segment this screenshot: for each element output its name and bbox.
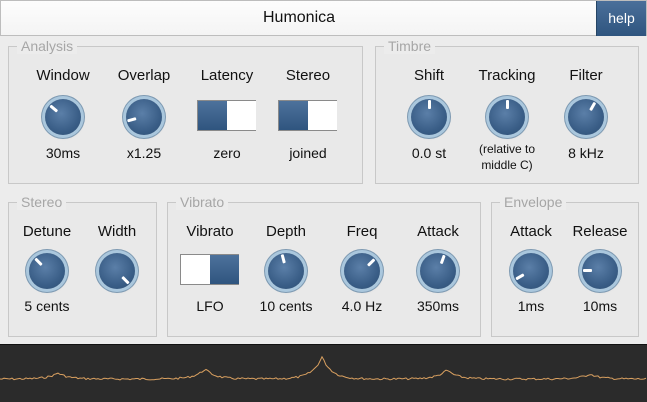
latency-toggle-off-half — [227, 101, 256, 130]
freq-knob[interactable] — [344, 253, 380, 289]
spectrum-waveform — [0, 355, 647, 381]
label-filter: Filter — [569, 67, 603, 84]
value-shift: 0.0 st — [411, 145, 447, 161]
latency-toggle-on-half — [198, 101, 227, 130]
control-env-release: Release 10ms — [560, 203, 640, 338]
filter-knob[interactable] — [568, 99, 604, 135]
label-vibrato-attack: Attack — [417, 223, 459, 240]
env-attack-knob[interactable] — [513, 253, 549, 289]
stereo-toggle-off-half — [308, 101, 337, 130]
control-latency: Latency zero — [187, 47, 267, 185]
label-width: Width — [97, 223, 137, 240]
label-tracking: Tracking — [478, 67, 536, 84]
app-title: Humonica — [262, 9, 336, 26]
label-overlap: Overlap — [117, 67, 171, 84]
control-stereo-mode: Stereo joined — [268, 47, 348, 185]
value-freq: 4.0 Hz — [341, 298, 383, 314]
value-filter: 8 kHz — [568, 145, 604, 161]
control-env-attack: Attack 1ms — [491, 203, 571, 338]
title-bar: Humonica help — [0, 0, 647, 36]
label-depth: Depth — [265, 223, 307, 240]
group-envelope: Envelope Attack 1ms Release 10ms — [491, 194, 640, 338]
control-vibrato-attack: Attack 350ms — [398, 203, 478, 338]
value-overlap: x1.25 — [126, 145, 162, 161]
label-env-release: Release — [572, 223, 628, 240]
vibrato-toggle-off-half — [181, 255, 210, 284]
group-analysis: Analysis Window 30ms Overlap x1.25 Laten… — [8, 38, 363, 185]
group-vibrato: Vibrato Vibrato LFO Depth 10 cents Freq … — [167, 194, 481, 338]
help-button[interactable]: help — [596, 1, 646, 36]
label-env-attack: Attack — [510, 223, 552, 240]
value-tracking-line1: (relative to — [478, 142, 536, 156]
spectrum-display — [0, 344, 647, 402]
label-freq: Freq — [346, 223, 378, 240]
vibrato-attack-knob[interactable] — [420, 253, 456, 289]
control-shift: Shift 0.0 st — [389, 47, 469, 185]
label-detune: Detune — [22, 223, 72, 240]
width-knob[interactable] — [99, 253, 135, 289]
spectrum-line — [0, 355, 647, 381]
group-timbre: Timbre Shift 0.0 st Tracking (relative t… — [375, 38, 639, 185]
value-vibrato-attack: 350ms — [416, 298, 460, 314]
control-width: Width — [77, 203, 157, 338]
value-stereo-mode: joined — [289, 145, 327, 161]
latency-toggle[interactable] — [197, 100, 256, 131]
value-latency: zero — [213, 145, 241, 161]
control-freq: Freq 4.0 Hz — [322, 203, 402, 338]
value-vibrato-mode: LFO — [196, 298, 224, 314]
env-release-knob[interactable] — [582, 253, 618, 289]
overlap-knob[interactable] — [126, 99, 162, 135]
value-window: 30ms — [45, 145, 81, 161]
vibrato-mode-toggle[interactable] — [180, 254, 239, 285]
control-window: Window 30ms — [23, 47, 103, 185]
stereo-toggle-on-half — [279, 101, 308, 130]
control-detune: Detune 5 cents — [7, 203, 87, 338]
depth-knob[interactable] — [268, 253, 304, 289]
label-vibrato-mode: Vibrato — [186, 223, 234, 240]
control-vibrato-mode: Vibrato LFO — [170, 203, 250, 338]
control-filter: Filter 8 kHz — [546, 47, 626, 185]
control-tracking: Tracking (relative to middle C) — [467, 47, 547, 185]
group-stereo: Stereo Detune 5 cents Width — [7, 194, 157, 338]
value-env-release: 10ms — [582, 298, 618, 314]
value-tracking-line2: middle C) — [481, 158, 533, 172]
value-depth: 10 cents — [259, 298, 313, 314]
window-knob[interactable] — [45, 99, 81, 135]
label-shift: Shift — [413, 67, 444, 84]
detune-knob[interactable] — [29, 253, 65, 289]
control-depth: Depth 10 cents — [246, 203, 326, 338]
value-env-attack: 1ms — [517, 298, 545, 314]
label-window: Window — [36, 67, 90, 84]
value-detune: 5 cents — [24, 298, 70, 314]
stereo-mode-toggle[interactable] — [278, 100, 337, 131]
vibrato-toggle-on-half — [210, 255, 239, 284]
shift-knob[interactable] — [411, 99, 447, 135]
label-latency: Latency — [200, 67, 254, 84]
control-overlap: Overlap x1.25 — [104, 47, 184, 185]
label-stereo-mode: Stereo — [285, 67, 331, 84]
tracking-knob[interactable] — [489, 99, 525, 135]
